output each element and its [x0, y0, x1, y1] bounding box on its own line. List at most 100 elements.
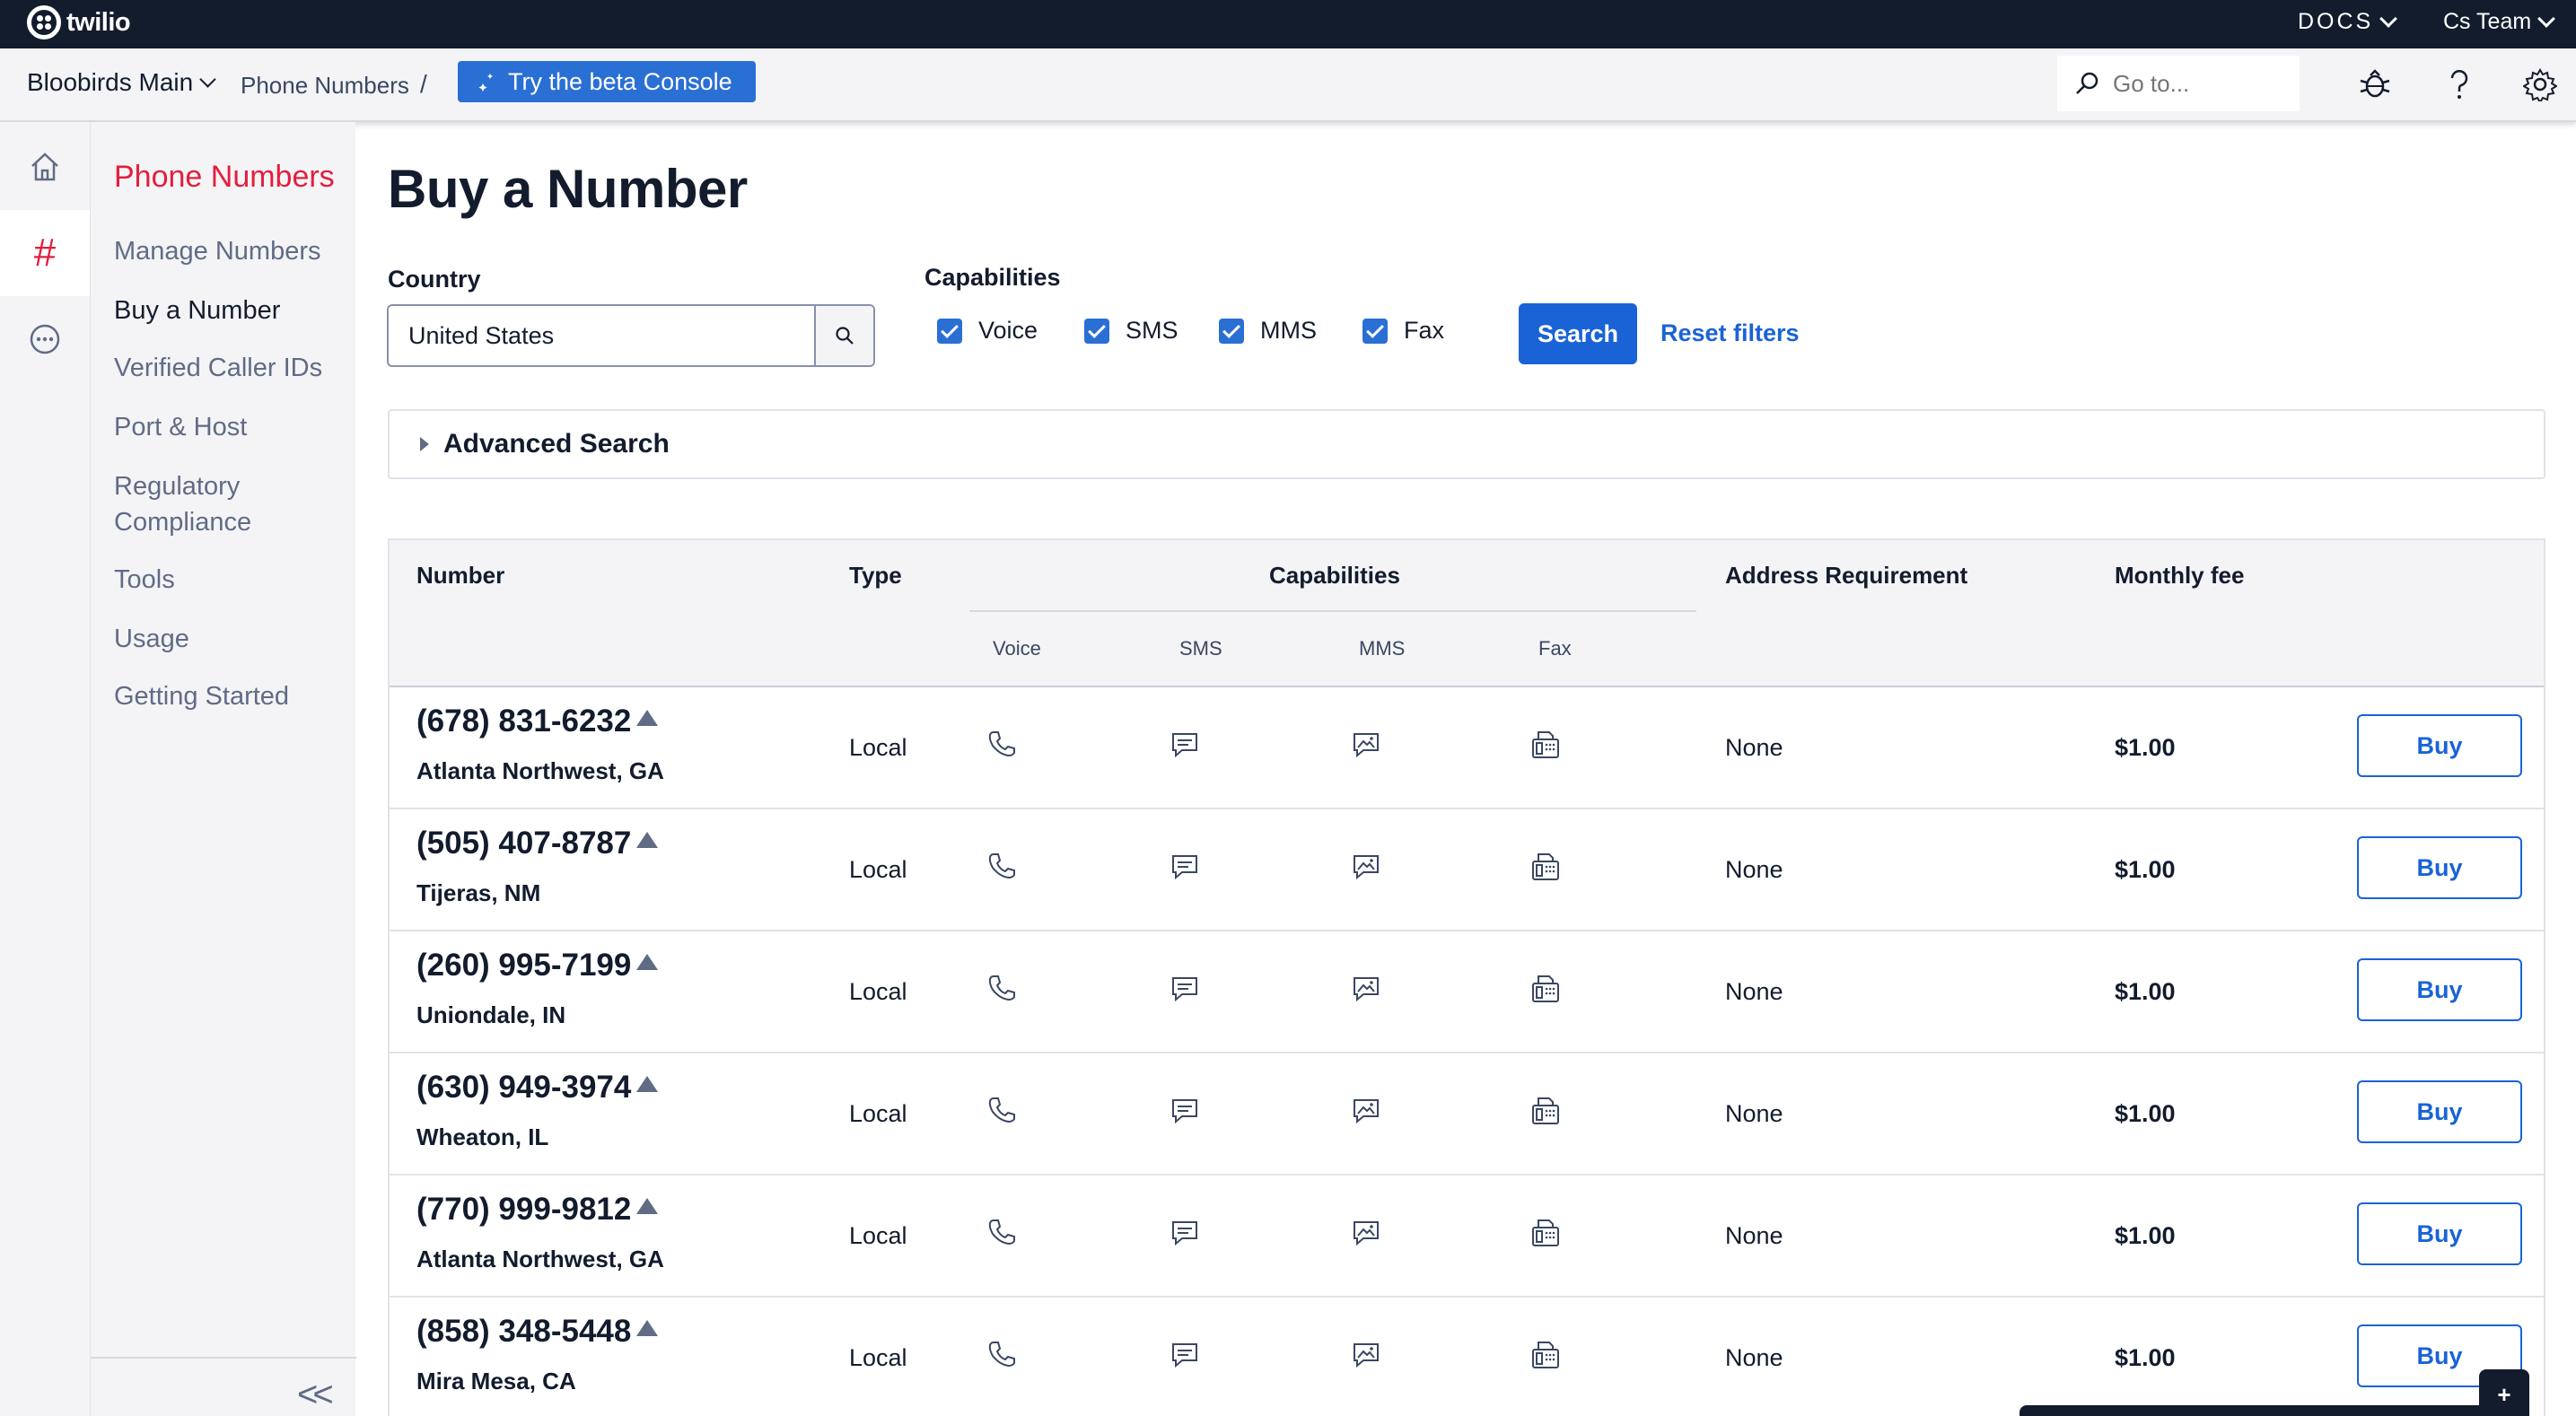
goto-input[interactable] — [2113, 69, 2292, 98]
sidebar-item-buy-a-number[interactable]: Buy a Number — [114, 293, 280, 328]
numbers-table: Number Type Capabilities Address Require… — [388, 538, 2545, 1416]
left-rail: # — [0, 122, 90, 1416]
sidebar-title[interactable]: Phone Numbers — [114, 160, 335, 195]
country-input[interactable] — [389, 306, 814, 365]
buy-button[interactable]: Buy — [2357, 958, 2522, 1021]
number-type: Local — [849, 856, 907, 883]
search-button[interactable]: Search — [1519, 303, 1637, 364]
number-type: Local — [849, 1222, 907, 1249]
sidebar-item-compliance[interactable]: Compliance — [114, 504, 251, 540]
goto-search[interactable] — [2057, 56, 2300, 111]
column-number: Number — [416, 562, 505, 589]
monthly-fee: $1.00 — [2115, 1344, 2176, 1371]
phone-number-text: (858) 348-5448 — [416, 1314, 632, 1349]
rail-home[interactable] — [0, 124, 90, 210]
number-location: Atlanta Northwest, GA — [416, 757, 664, 784]
table-row: (770) 999-9812 Atlanta Northwest, GA Loc… — [390, 1176, 2544, 1298]
voice-phone-icon — [988, 1097, 1015, 1123]
address-requirement: None — [1725, 1100, 1783, 1127]
settings-gear-icon[interactable] — [2522, 66, 2558, 102]
number-type: Local — [849, 1344, 907, 1371]
buy-button[interactable]: Buy — [2357, 1202, 2522, 1265]
rail-phone-numbers[interactable]: # — [0, 210, 90, 296]
rail-more[interactable] — [0, 296, 90, 382]
phone-number: (678) 831-6232 — [416, 704, 659, 739]
team-menu[interactable]: Cs Team — [2443, 9, 2556, 35]
checkbox-checked-icon — [1219, 318, 1244, 344]
collapse-sidebar-icon[interactable]: << — [297, 1375, 334, 1415]
sidebar-item-getting-started[interactable]: Getting Started — [114, 678, 289, 714]
account-name: Bloobirds Main — [27, 68, 194, 96]
voice-phone-icon — [988, 975, 1015, 1001]
number-location: Uniondale, IN — [416, 1001, 566, 1028]
chevron-down-icon — [199, 70, 216, 88]
phone-number-text: (630) 949-3974 — [416, 1070, 632, 1105]
debugger-bug-icon[interactable] — [2357, 66, 2393, 102]
address-requirement: None — [1725, 856, 1783, 883]
docs-menu[interactable]: DOCS — [2298, 9, 2398, 35]
number-type: Local — [849, 978, 907, 1005]
buy-button[interactable]: Buy — [2357, 836, 2522, 899]
help-icon[interactable] — [2441, 66, 2477, 102]
reset-filters-link[interactable]: Reset filters — [1660, 319, 1800, 347]
chevron-down-icon — [2379, 9, 2398, 28]
table-header: Number Type Capabilities Address Require… — [390, 540, 2544, 687]
sub-header: Bloobirds Main Phone Numbers / Try the b… — [0, 48, 2576, 122]
sidebar-item-regulatory[interactable]: Regulatory — [114, 468, 240, 504]
twilio-logo[interactable]: twilio — [27, 5, 131, 39]
advanced-search-toggle[interactable]: Advanced Search — [388, 409, 2545, 479]
phone-number-text: (770) 999-9812 — [416, 1192, 632, 1227]
subcolumn-sms: SMS — [1179, 637, 1222, 660]
phone-number-text: (260) 995-7199 — [416, 948, 632, 983]
mms-image-chat-icon — [1354, 733, 1379, 758]
country-select[interactable] — [387, 304, 875, 367]
try-beta-console-button[interactable]: Try the beta Console — [458, 61, 756, 102]
sidebar-item-usage[interactable]: Usage — [114, 621, 189, 657]
fax-machine-icon — [1532, 1097, 1559, 1124]
fax-checkbox-label: Fax — [1404, 317, 1445, 344]
breadcrumb-phone-numbers[interactable]: Phone Numbers — [241, 72, 409, 100]
page-title: Buy a Number — [388, 159, 748, 219]
fax-checkbox[interactable]: Fax — [1362, 317, 1444, 345]
sidebar-item-manage-numbers[interactable]: Manage Numbers — [114, 233, 321, 269]
table-row: (678) 831-6232 Atlanta Northwest, GA Loc… — [390, 687, 2544, 809]
floating-expand-button[interactable]: + — [2479, 1369, 2529, 1416]
sms-chat-icon — [1172, 733, 1197, 758]
fax-machine-icon — [1532, 853, 1559, 880]
sidebar-item-verified-caller-ids[interactable]: Verified Caller IDs — [114, 350, 322, 386]
triangle-up-icon — [636, 832, 659, 848]
sidebar-item-tools[interactable]: Tools — [114, 562, 175, 598]
sidebar-item-port-host[interactable]: Port & Host — [114, 409, 247, 445]
monthly-fee: $1.00 — [2115, 734, 2176, 761]
sms-checkbox[interactable]: SMS — [1084, 317, 1178, 345]
buy-button[interactable]: Buy — [2357, 714, 2522, 777]
mms-image-chat-icon — [1354, 855, 1379, 880]
mms-image-chat-icon — [1354, 977, 1379, 1002]
more-icon — [30, 324, 60, 354]
table-row: (260) 995-7199 Uniondale, IN Local None … — [390, 931, 2544, 1053]
phone-number: (858) 348-5448 — [416, 1314, 659, 1350]
account-switcher[interactable]: Bloobirds Main — [27, 68, 216, 97]
buy-button[interactable]: Buy — [2357, 1080, 2522, 1143]
triangle-up-icon — [636, 710, 659, 726]
phone-number: (260) 995-7199 — [416, 948, 659, 983]
sparkle-icon — [478, 74, 493, 92]
column-type: Type — [849, 562, 902, 589]
checkbox-checked-icon — [1362, 318, 1388, 344]
table-row: (858) 348-5448 Mira Mesa, CA Local None … — [390, 1298, 2544, 1416]
monthly-fee: $1.00 — [2115, 1222, 2176, 1249]
number-location: Tijeras, NM — [416, 879, 541, 906]
mms-checkbox[interactable]: MMS — [1219, 317, 1317, 345]
chevron-down-icon — [2537, 9, 2556, 28]
triangle-up-icon — [636, 954, 659, 970]
phone-number-text: (678) 831-6232 — [416, 704, 632, 739]
country-search-button[interactable] — [814, 306, 873, 365]
voice-checkbox[interactable]: Voice — [937, 317, 1038, 345]
phone-number-text: (505) 407-8787 — [416, 826, 632, 861]
fax-machine-icon — [1532, 1219, 1559, 1246]
sms-chat-icon — [1172, 1099, 1197, 1124]
home-icon — [31, 153, 58, 181]
sms-chat-icon — [1172, 1221, 1197, 1246]
column-capabilities: Capabilities — [1269, 562, 1400, 589]
capabilities-divider — [969, 610, 1696, 612]
